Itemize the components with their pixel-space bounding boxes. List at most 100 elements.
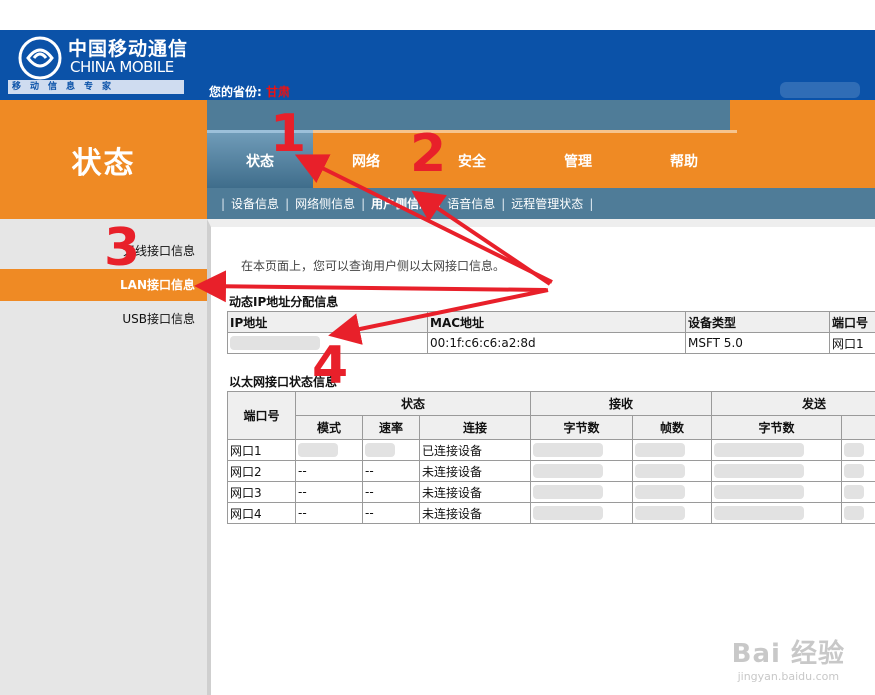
tab-security[interactable]: 安全 [419, 130, 525, 188]
redacted-value [635, 443, 685, 458]
col-bytes-sent: 字节数 [711, 415, 842, 440]
table-header-row: 端口号 状态 接收 发送 [227, 391, 875, 440]
cell-rate: -- [362, 460, 420, 482]
col-bytes-received: 字节数 [530, 415, 633, 440]
province-label: 您的省份: [209, 85, 262, 99]
main-tabs: 状态 网络 安全 管理 帮助 [207, 130, 737, 188]
cell-extra [841, 460, 875, 482]
logo-english-text: CHINA MOBILE [70, 58, 174, 76]
table-row: 00:1f:c6:c6:a2:8d MSFT 5.0 网口1 [227, 332, 875, 354]
nav-top-strip [207, 100, 730, 130]
redacted-value [635, 464, 685, 479]
table-row: 网口1 已连接设备 [227, 439, 875, 461]
cell-bytes-received [530, 502, 633, 524]
subnav-user-side-info[interactable]: 用户侧信息 [371, 195, 431, 212]
redacted-value [844, 506, 864, 521]
col-frames-received: 帧数 [632, 415, 712, 440]
cell-bytes-sent [711, 439, 842, 461]
cell-port: 网口2 [227, 460, 296, 482]
redacted-value [533, 506, 603, 521]
col-connection: 连接 [419, 415, 531, 440]
cell-port: 网口1 [829, 332, 875, 354]
china-mobile-emblem-icon [18, 36, 62, 80]
cell-rate [362, 439, 420, 461]
cell-mode: -- [295, 502, 363, 524]
subnav-network-side-info[interactable]: 网络侧信息 [295, 195, 355, 212]
cell-frames-received [632, 439, 712, 461]
col-mode: 模式 [295, 415, 363, 440]
table-header-row: IP地址 MAC地址 设备类型 端口号 [227, 311, 875, 333]
subnav-separator: | [501, 196, 506, 211]
redacted-value [533, 464, 603, 479]
redacted-rate [365, 443, 395, 458]
subnav-separator: | [221, 196, 226, 211]
cell-extra [841, 439, 875, 461]
cell-bytes-received [530, 481, 633, 503]
cell-bytes-sent [711, 481, 842, 503]
sub-navigation: | 设备信息 | 网络侧信息 | 用户侧信息 | 语音信息 | 远程管理状态 | [207, 188, 875, 219]
eth-section-title: 以太网接口状态信息 [229, 375, 338, 389]
redacted-value [533, 485, 603, 500]
redacted-ip [230, 336, 320, 351]
cell-frames-received [632, 460, 712, 482]
cell-extra [841, 481, 875, 503]
table-subheader-row: 模式 速率 连接 字节数 帧数 字节数 [228, 415, 875, 440]
sidebar-item-lan[interactable]: LAN接口信息 [0, 269, 207, 301]
redacted-banner-area [780, 82, 860, 98]
cell-bytes-received [530, 460, 633, 482]
tab-network[interactable]: 网络 [313, 130, 419, 188]
cell-connection: 未连接设备 [419, 481, 531, 503]
table-row: 网口3 -- -- 未连接设备 [227, 481, 875, 503]
cell-bytes-sent [711, 502, 842, 524]
subnav-separator: | [589, 196, 594, 211]
logo-tagline: 移动信息专家 [12, 82, 121, 92]
redacted-value [714, 443, 804, 458]
col-status: 状态 [295, 391, 531, 416]
subnav-voice-info[interactable]: 语音信息 [447, 195, 495, 212]
col-ip: IP地址 [227, 311, 428, 333]
cell-rate: -- [362, 502, 420, 524]
cell-port: 网口1 [227, 439, 296, 461]
cell-bytes-sent [711, 460, 842, 482]
redacted-mode [298, 443, 338, 458]
cell-frames-received [632, 502, 712, 524]
redacted-value [844, 485, 864, 500]
tab-management[interactable]: 管理 [525, 130, 631, 188]
page-description: 在本页面上，您可以查询用户侧以太网接口信息。 [241, 259, 506, 273]
col-extra [841, 415, 875, 440]
subnav-separator: | [361, 196, 366, 211]
left-sidebar: 无线接口信息 LAN接口信息 USB接口信息 [0, 219, 207, 695]
china-mobile-logo: 中国移动通信 CHINA MOBILE 移动信息专家 [0, 30, 192, 100]
col-send: 发送 [711, 391, 875, 416]
cell-mode: -- [295, 460, 363, 482]
table-row: 网口2 -- -- 未连接设备 [227, 460, 875, 482]
subnav-remote-mgmt-status[interactable]: 远程管理状态 [511, 195, 583, 212]
province-indicator: 您的省份: 甘肃 [209, 83, 290, 100]
col-device-type: 设备类型 [685, 311, 830, 333]
cell-mac: 00:1f:c6:c6:a2:8d [427, 332, 686, 354]
cell-device-type: MSFT 5.0 [685, 332, 830, 354]
router-admin-page: 中国移动通信 CHINA MOBILE 移动信息专家 您的省份: 甘肃 状态 状… [0, 0, 875, 695]
dhcp-section-title: 动态IP地址分配信息 [229, 295, 339, 309]
cell-ip [227, 332, 428, 354]
col-mac: MAC地址 [427, 311, 686, 333]
col-port: 端口号 [227, 391, 296, 440]
redacted-value [533, 443, 603, 458]
subnav-device-info[interactable]: 设备信息 [231, 195, 279, 212]
main-content: 在本页面上，您可以查询用户侧以太网接口信息。 动态IP地址分配信息 IP地址 M… [207, 219, 875, 695]
redacted-value [635, 485, 685, 500]
cell-connection: 未连接设备 [419, 502, 531, 524]
section-title: 状态 [71, 146, 136, 181]
redacted-value [714, 464, 804, 479]
redacted-value [844, 443, 864, 458]
tab-help[interactable]: 帮助 [631, 130, 737, 188]
redacted-value [714, 485, 804, 500]
sidebar-item-wireless[interactable]: 无线接口信息 [0, 235, 207, 267]
province-value: 甘肃 [266, 85, 291, 99]
sidebar-item-usb[interactable]: USB接口信息 [0, 303, 207, 335]
subnav-separator: | [437, 196, 442, 211]
cell-port: 网口4 [227, 502, 296, 524]
col-port: 端口号 [829, 311, 875, 333]
tab-status[interactable]: 状态 [207, 130, 313, 188]
redacted-value [635, 506, 685, 521]
